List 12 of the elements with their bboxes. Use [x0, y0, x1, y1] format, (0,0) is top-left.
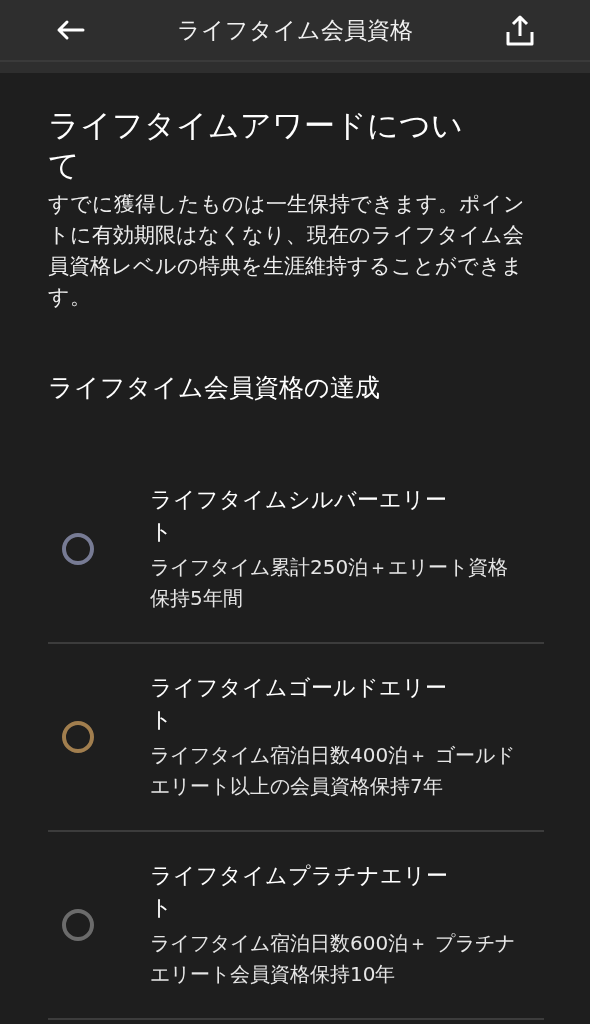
tier-title: ライフタイムゴールドエリート: [150, 674, 448, 734]
tier-title: ライフタイムプラチナエリート: [150, 862, 449, 922]
section-heading: ライフタイム会員資格の達成: [48, 372, 381, 404]
tier-requirement: ライフタイム宿泊日数600泊＋ プラチナエリート会員資格保持10年: [150, 930, 516, 988]
share-icon[interactable]: [505, 14, 535, 46]
tier-title: ライフタイムシルバーエリート: [150, 486, 448, 546]
section-heading: ライフタイムアワードについて: [48, 106, 464, 185]
description-text: すでに獲得したものは一生保持できます。ポイントに有効期限はなくなり、現在のライフタイム会員資格レベルの特典を生涯維持することができます。: [48, 191, 526, 311]
back-arrow-icon[interactable]: [55, 19, 85, 41]
tier-requirement: ライフタイム宿泊日数400泊＋ ゴールドエリート以上の会員資格保持7年: [150, 742, 516, 800]
screen-title: ライフタイム会員資格: [177, 15, 413, 45]
tier-requirement: ライフタイム累計250泊＋エリート資格保持5年間: [150, 554, 510, 612]
